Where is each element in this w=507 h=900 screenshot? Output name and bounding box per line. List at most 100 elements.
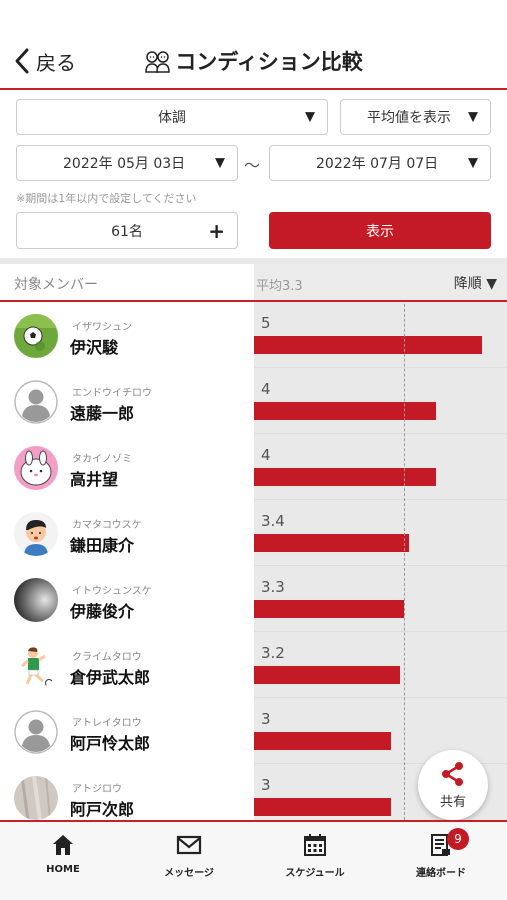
member-select[interactable]: 61名 + <box>16 212 238 249</box>
tab-board[interactable]: 9 連絡ボード <box>378 822 504 900</box>
member-info: クライムタロウ倉伊武太郎 <box>0 632 254 698</box>
show-button[interactable]: 表示 <box>269 212 491 249</box>
member-name: 伊沢駿 <box>70 338 119 357</box>
tab-schedule-label: スケジュール <box>285 868 345 879</box>
condition-value-label: 3.4 <box>261 512 285 530</box>
member-name: 倉伊武太郎 <box>70 668 151 687</box>
avatar <box>14 512 58 556</box>
member-kana: イトウシュンスケ <box>72 586 152 597</box>
condition-value-label: 4 <box>261 380 271 398</box>
condition-value-label: 5 <box>261 314 271 332</box>
mail-icon <box>176 835 202 855</box>
calendar-icon <box>304 834 326 856</box>
dropdown-arrow-icon: ▼ <box>468 109 478 125</box>
avatar <box>14 578 58 622</box>
member-name: 鎌田康介 <box>70 536 135 555</box>
member-name: 遠藤一郎 <box>70 404 135 423</box>
date-from-value: 2022年 05月 03日 <box>63 156 186 172</box>
page-title: コンディション比較 <box>0 46 507 76</box>
date-from-select[interactable]: 2022年 05月 03日 ▼ <box>16 145 238 181</box>
member-name: 阿戸怜太郎 <box>70 734 151 753</box>
condition-bar <box>254 336 482 354</box>
member-row[interactable]: イトウシュンスケ伊藤俊介 3.3 <box>0 566 507 632</box>
home-icon <box>53 835 73 855</box>
member-list: イザワシュン伊沢駿 5 エンドウイチロウ遠藤一郎 4 タカイノゾミ高井望 4 カマタコウスケ… <box>0 302 507 820</box>
member-kana: エンドウイチロウ <box>72 388 152 399</box>
member-info: イトウシュンスケ伊藤俊介 <box>0 566 254 632</box>
member-kana: クライムタロウ <box>72 652 142 663</box>
member-row[interactable]: クライムタロウ倉伊武太郎 3.2 <box>0 632 507 698</box>
condition-bar <box>254 798 391 816</box>
member-name: 阿戸次郎 <box>70 800 135 819</box>
display-mode-select[interactable]: 平均値を表示 ▼ <box>340 99 491 135</box>
condition-bar <box>254 600 405 618</box>
avatar <box>14 710 58 754</box>
share-button[interactable]: 共有 <box>418 750 488 820</box>
condition-bar <box>254 732 391 750</box>
member-info: カマタコウスケ鎌田康介 <box>0 500 254 566</box>
avatar <box>14 776 58 820</box>
filter-controls: 体調 ▼ 平均値を表示 ▼ 2022年 05月 03日 ▼ 〜 2022年 07… <box>0 90 507 258</box>
member-column-header: 対象メンバー <box>14 277 98 293</box>
condition-bar <box>254 534 410 552</box>
period-note: ※期間は1年以内で設定してください <box>16 192 197 205</box>
member-kana: アトレイタロウ <box>72 718 142 729</box>
member-info: アトレイタロウ阿戸怜太郎 <box>0 698 254 764</box>
average-line <box>404 302 406 820</box>
condition-value-label: 3 <box>261 776 271 794</box>
share-label: 共有 <box>439 795 466 810</box>
condition-bar <box>254 402 437 420</box>
avatar <box>14 380 58 424</box>
header: 戻る コンディション比較 <box>0 0 507 90</box>
avatar <box>14 644 58 688</box>
member-kana: アトジロウ <box>72 784 122 795</box>
tab-home[interactable]: HOME <box>0 822 126 900</box>
member-kana: イザワシュン <box>72 322 132 333</box>
condition-value-label: 3 <box>261 710 271 728</box>
tab-message[interactable]: メッセージ <box>126 822 252 900</box>
table-header: 対象メンバー 平均3.3 降順 ▼ <box>0 264 507 302</box>
plus-icon: + <box>208 218 225 243</box>
member-kana: タカイノゾミ <box>72 454 132 465</box>
tab-message-label: メッセージ <box>164 868 214 879</box>
tab-board-label: 連絡ボード <box>416 868 466 879</box>
condition-value-label: 3.2 <box>261 644 285 662</box>
dropdown-arrow-icon: ▼ <box>215 155 225 171</box>
sort-order-button[interactable]: 降順 ▼ <box>454 273 497 293</box>
display-mode-value: 平均値を表示 <box>367 110 451 126</box>
member-info: エンドウイチロウ遠藤一郎 <box>0 368 254 434</box>
condition-bar <box>254 666 400 684</box>
notification-badge: 9 <box>447 828 469 850</box>
member-row[interactable]: カマタコウスケ鎌田康介 3.4 <box>0 500 507 566</box>
average-label: 平均3.3 <box>256 279 303 294</box>
metric-select[interactable]: 体調 ▼ <box>16 99 328 135</box>
member-row[interactable]: タカイノゾミ高井望 4 <box>0 434 507 500</box>
bottom-tab-bar: HOME メッセージ スケジュール 9 連絡ボード <box>0 820 507 900</box>
dropdown-arrow-icon: ▼ <box>468 155 478 171</box>
member-name: 高井望 <box>70 470 119 489</box>
tab-schedule[interactable]: スケジュール <box>252 822 378 900</box>
date-separator: 〜 <box>244 156 261 175</box>
condition-bar <box>254 468 437 486</box>
metric-select-value: 体調 <box>158 110 186 126</box>
dropdown-arrow-icon: ▼ <box>305 109 315 125</box>
member-info: タカイノゾミ 高井望 <box>0 434 254 500</box>
member-row[interactable]: イザワシュン伊沢駿 5 <box>0 302 507 368</box>
condition-value-label: 4 <box>261 446 271 464</box>
date-to-select[interactable]: 2022年 07月 07日 ▼ <box>269 145 491 181</box>
member-count: 61名 <box>111 223 143 240</box>
member-info: アトジロウ 阿戸次郎 <box>0 764 254 820</box>
people-compare-icon <box>145 51 170 73</box>
member-info: イザワシュン 伊沢駿 <box>0 302 254 368</box>
avatar <box>14 314 58 358</box>
member-kana: カマタコウスケ <box>72 520 142 531</box>
share-icon <box>442 762 463 786</box>
member-row[interactable]: アトレイタロウ阿戸怜太郎 3 <box>0 698 507 764</box>
member-name: 伊藤俊介 <box>70 602 135 621</box>
member-row[interactable]: エンドウイチロウ遠藤一郎 4 <box>0 368 507 434</box>
condition-value-label: 3.3 <box>261 578 285 596</box>
avatar <box>14 446 58 490</box>
date-to-value: 2022年 07月 07日 <box>316 156 439 172</box>
tab-home-label: HOME <box>46 864 80 875</box>
page-title-text: コンディション比較 <box>175 50 363 74</box>
